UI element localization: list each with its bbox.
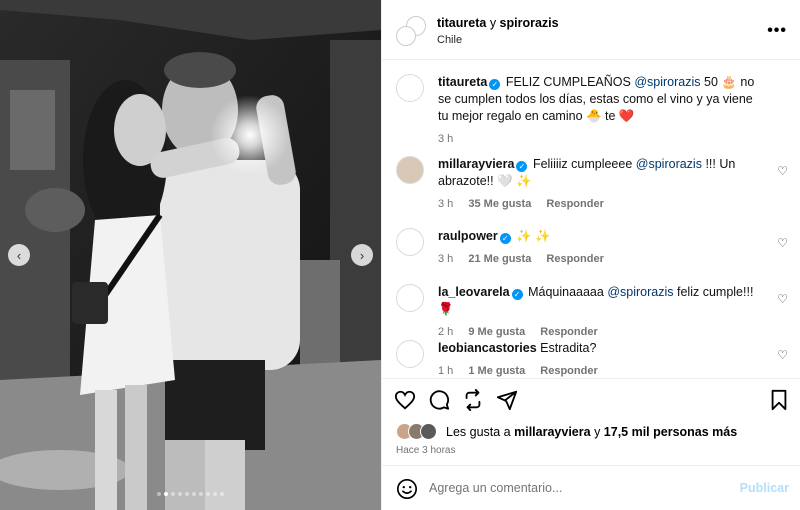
comment-text: Máquinaaaaa <box>528 285 604 299</box>
chevron-left-icon: ‹ <box>16 247 22 263</box>
author-link[interactable]: spirorazis <box>500 16 559 30</box>
carousel-dot <box>192 492 196 496</box>
location-link[interactable]: Chile <box>437 34 462 46</box>
carousel-dot <box>220 492 224 496</box>
comment-text: Feliiiiz cumpleeee <box>532 157 633 171</box>
comment-icon[interactable] <box>428 389 450 411</box>
mention-link[interactable]: @spirorazis <box>607 285 673 299</box>
likes-summary[interactable]: Les gusta a millarayviera y 17,5 mil per… <box>396 423 737 441</box>
post-media[interactable]: ‹ › <box>0 0 381 510</box>
next-image-button[interactable]: › <box>351 244 373 266</box>
comment-username[interactable]: raulpower <box>438 229 498 243</box>
bookmark-icon[interactable] <box>768 389 790 411</box>
mention-link[interactable]: @spirorazis <box>636 157 702 171</box>
likes-prefix: Les gusta a <box>446 425 511 439</box>
smile-icon[interactable] <box>396 478 418 500</box>
carousel-dot <box>206 492 210 496</box>
carousel-dot <box>171 492 175 496</box>
avatar <box>396 26 416 46</box>
more-options-icon[interactable]: ••• <box>767 22 787 40</box>
comment-text: Estradita? <box>540 341 597 355</box>
repost-icon[interactable] <box>462 389 484 411</box>
post-authors: titaureta y spirorazis <box>437 16 559 30</box>
comment-time[interactable]: 3 h <box>438 133 453 145</box>
comment-likes[interactable]: 21 Me gusta <box>468 253 531 265</box>
avatar[interactable] <box>396 156 424 184</box>
comments-list[interactable]: titaureta ✓ FELIZ CUMPLEAÑOS @spirorazis … <box>382 60 800 378</box>
comment-username[interactable]: leobiancastories <box>438 341 537 355</box>
post-header: titaureta y spirorazis Chile ••• <box>382 0 800 60</box>
carousel-dot <box>213 492 217 496</box>
post-actions: Les gusta a millarayviera y 17,5 mil per… <box>382 378 800 473</box>
avatar[interactable] <box>396 340 424 368</box>
avatar[interactable] <box>396 228 424 256</box>
carousel-dot <box>185 492 189 496</box>
liker-avatars <box>396 423 440 441</box>
add-comment-bar: Publicar <box>382 465 800 510</box>
mention-link[interactable]: @spirorazis <box>634 75 700 89</box>
comment-likes[interactable]: 35 Me gusta <box>468 198 531 210</box>
comment-time[interactable]: 2 h <box>438 326 453 338</box>
likes-conjunction: y <box>594 425 601 439</box>
carousel-dot <box>199 492 203 496</box>
avatar <box>420 423 437 440</box>
post-timestamp[interactable]: Hace 3 horas <box>396 445 455 456</box>
post-dialog: ‹ › titaureta y spirorazis Chile ••• tit… <box>0 0 800 510</box>
comment-input[interactable] <box>429 478 729 498</box>
verified-icon: ✓ <box>499 233 511 244</box>
caption-text: FELIZ CUMPLEAÑOS <box>505 75 631 89</box>
carousel-dot <box>178 492 182 496</box>
comment-username[interactable]: la_leovarela <box>438 285 510 299</box>
comment-time[interactable]: 3 h <box>438 253 453 265</box>
comment-time[interactable]: 1 h <box>438 365 453 377</box>
chevron-right-icon: › <box>359 247 365 263</box>
post-comment-button[interactable]: Publicar <box>740 481 789 495</box>
heart-icon[interactable] <box>394 389 416 411</box>
collab-avatars[interactable] <box>396 16 426 46</box>
comment-likes[interactable]: 1 Me gusta <box>468 365 525 377</box>
like-comment-heart-icon[interactable]: ♡ <box>777 164 788 178</box>
like-comment-heart-icon[interactable]: ♡ <box>777 348 788 362</box>
reply-button[interactable]: Responder <box>540 365 597 377</box>
comment-time[interactable]: 3 h <box>438 198 453 210</box>
reply-button[interactable]: Responder <box>540 326 597 338</box>
liker-username[interactable]: millarayviera <box>514 425 590 439</box>
like-comment-heart-icon[interactable]: ♡ <box>777 236 788 250</box>
comment-text: ✨ ✨ <box>516 229 551 243</box>
author-conjunction: y <box>489 16 497 30</box>
reply-button[interactable]: Responder <box>546 253 603 265</box>
carousel-dots <box>0 492 381 496</box>
verified-icon: ✓ <box>489 79 501 90</box>
carousel-dot-active <box>164 492 168 496</box>
post-side-panel: titaureta y spirorazis Chile ••• titaure… <box>381 0 800 510</box>
send-icon[interactable] <box>496 389 518 411</box>
post-photo <box>0 0 381 510</box>
verified-icon: ✓ <box>511 289 523 300</box>
author-link[interactable]: titaureta <box>437 16 486 30</box>
avatar[interactable] <box>396 284 424 312</box>
comment-likes[interactable]: 9 Me gusta <box>468 326 525 338</box>
likes-count[interactable]: 17,5 mil personas más <box>604 425 737 439</box>
like-comment-heart-icon[interactable]: ♡ <box>777 292 788 306</box>
comment-username[interactable]: millarayviera <box>438 157 514 171</box>
previous-image-button[interactable]: ‹ <box>8 244 30 266</box>
reply-button[interactable]: Responder <box>546 198 603 210</box>
caption-username[interactable]: titaureta <box>438 75 487 89</box>
avatar[interactable] <box>396 74 424 102</box>
verified-icon: ✓ <box>516 161 528 172</box>
carousel-dot <box>157 492 161 496</box>
